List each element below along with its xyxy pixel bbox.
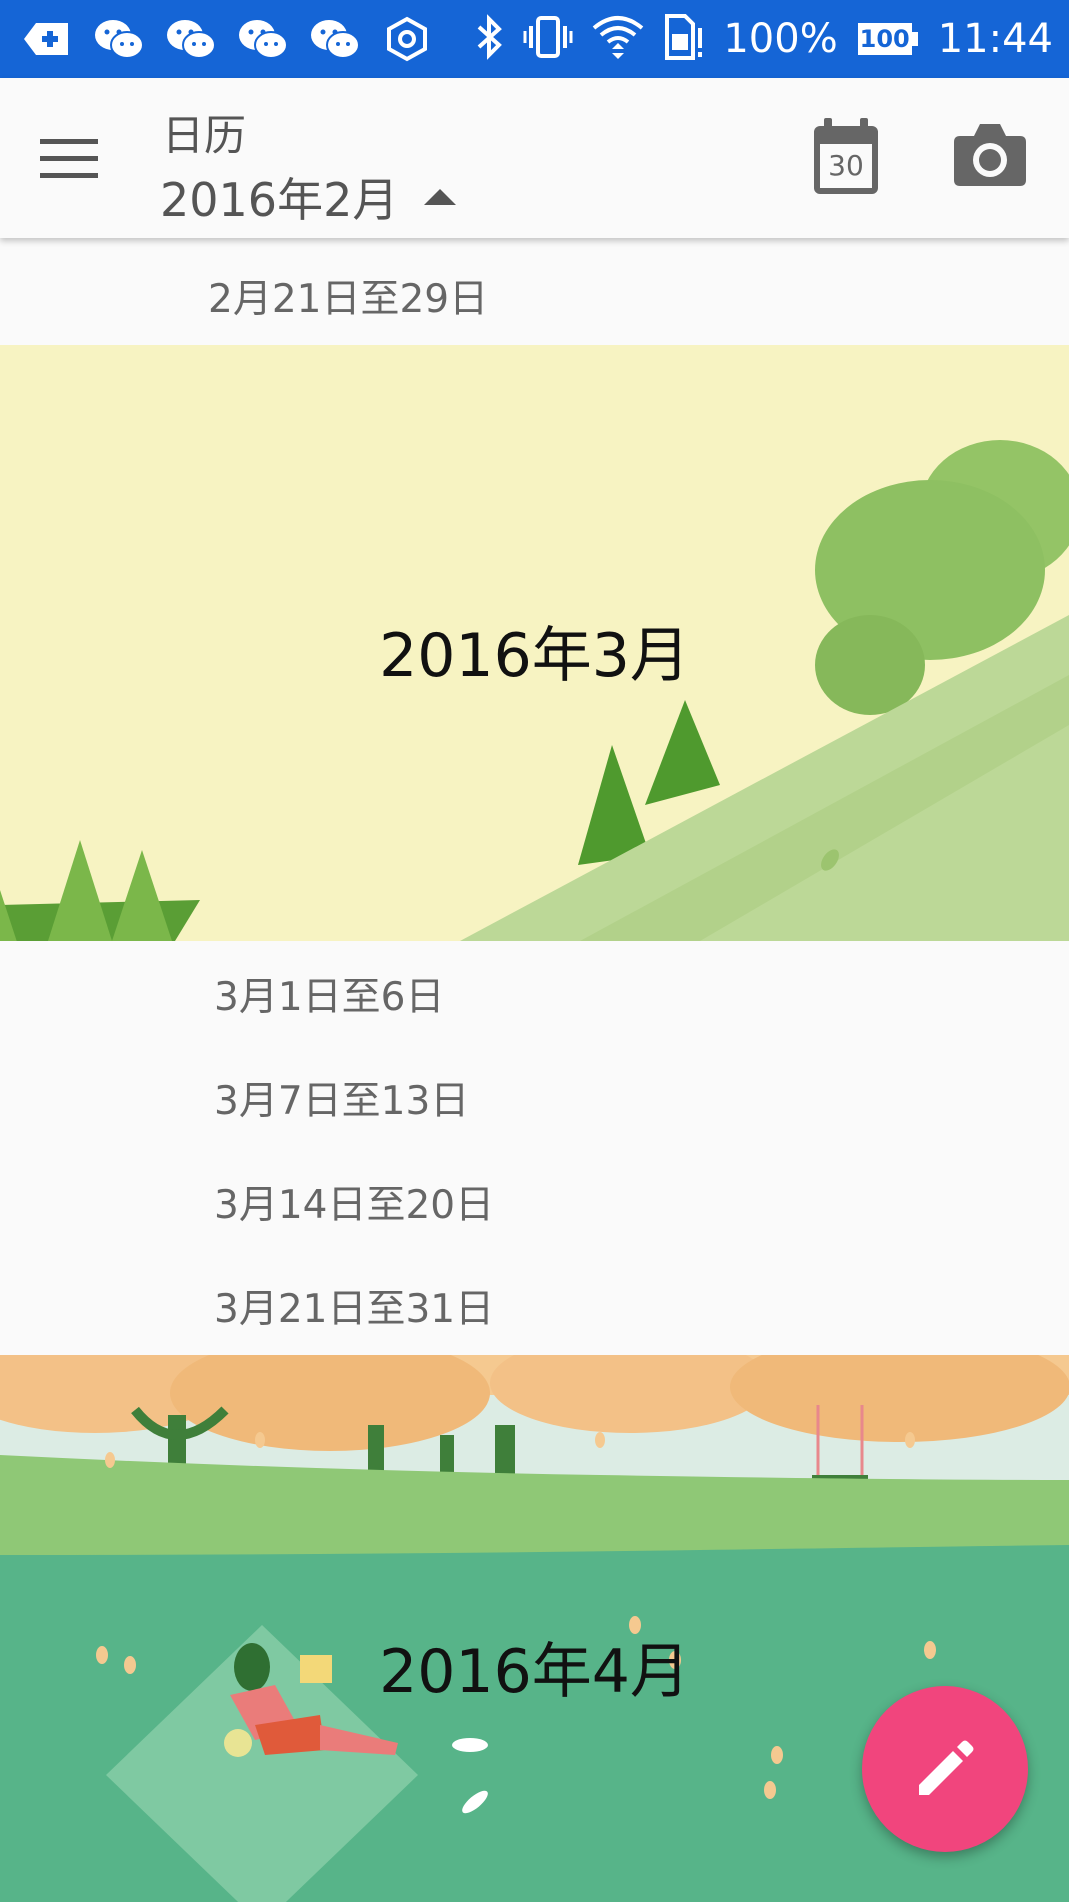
vibrate-icon xyxy=(523,14,573,64)
month-banner-march: 2016年3月 xyxy=(0,345,1069,941)
clock: 11:44 xyxy=(937,16,1053,62)
week-row-mar-1-6[interactable]: 3月1日至6日 xyxy=(214,944,444,1044)
battery-percent: 100% xyxy=(723,16,838,62)
week-row-feb-21-29[interactable]: 2月21日至29日 xyxy=(208,246,488,346)
app-bar: 日历 2016年2月 30 xyxy=(0,78,1069,238)
camera-button[interactable] xyxy=(950,120,1030,190)
hamburger-menu-icon xyxy=(40,139,98,178)
wifi-icon xyxy=(591,13,645,65)
hexagon-icon xyxy=(380,12,434,66)
wechat-icon xyxy=(236,12,290,66)
add-notification-icon xyxy=(20,12,74,66)
month-selector[interactable]: 2016年2月 xyxy=(160,164,457,230)
pencil-icon xyxy=(919,1740,974,1795)
month-banner-title: 2016年3月 xyxy=(379,621,690,691)
wechat-icon xyxy=(308,12,362,66)
week-range-label: 3月7日至13日 xyxy=(214,1079,470,1124)
battery-level: 100 xyxy=(859,25,910,53)
week-range-label: 3月21日至31日 xyxy=(214,1287,495,1332)
week-row-mar-7-13[interactable]: 3月7日至13日 xyxy=(214,1048,469,1148)
week-range-label: 2月21日至29日 xyxy=(208,277,489,322)
battery-icon: 100 xyxy=(856,21,920,57)
week-row-mar-14-20[interactable]: 3月14日至20日 xyxy=(214,1152,494,1252)
app-title: 日历 xyxy=(162,111,247,160)
menu-button[interactable] xyxy=(34,124,104,194)
selected-month: 2016年2月 xyxy=(160,173,399,227)
wechat-icon xyxy=(92,12,146,66)
camera-icon xyxy=(954,124,1026,186)
today-button[interactable]: 30 xyxy=(810,118,882,198)
bluetooth-icon xyxy=(475,14,505,64)
today-date: 30 xyxy=(828,149,864,182)
create-event-button[interactable] xyxy=(862,1686,1028,1852)
caret-up-icon xyxy=(424,189,457,205)
sim-card-icon xyxy=(663,14,705,64)
wechat-icon xyxy=(164,12,218,66)
system-status-icons: 100% 100 11:44 xyxy=(475,0,1053,78)
week-row-mar-21-31[interactable]: 3月21日至31日 xyxy=(214,1256,494,1356)
week-range-label: 3月1日至6日 xyxy=(214,975,445,1020)
week-range-label: 3月14日至20日 xyxy=(214,1183,495,1228)
status-bar: 100% 100 11:44 xyxy=(0,0,1069,78)
notification-icons xyxy=(20,0,434,78)
